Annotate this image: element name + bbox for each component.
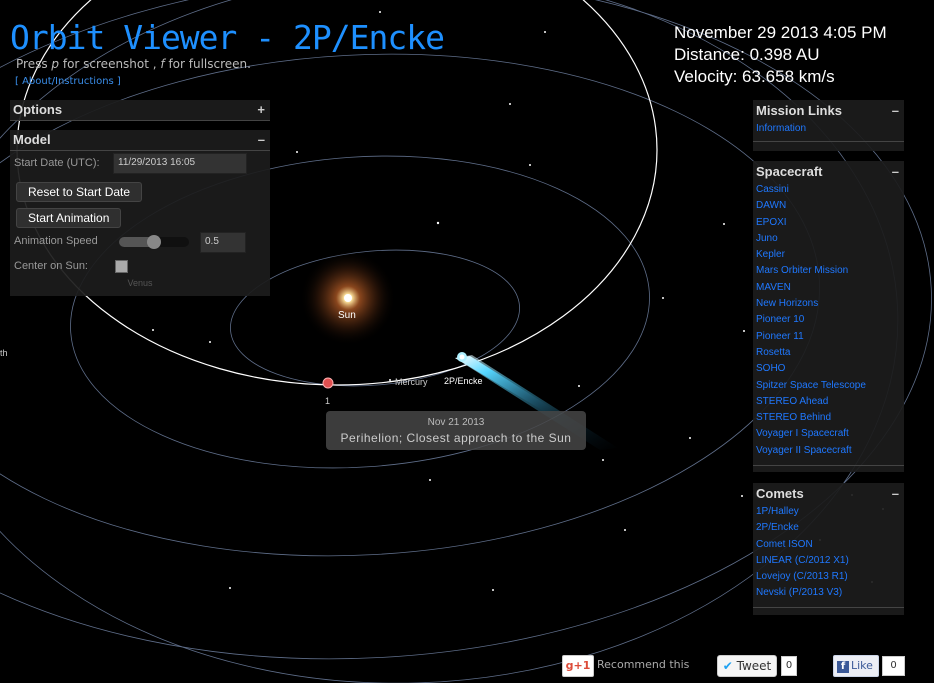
facebook-like-button[interactable]: f Like: [833, 655, 879, 677]
comet-link[interactable]: LINEAR (C/2012 X1): [756, 553, 901, 569]
comet-link[interactable]: 1P/Halley: [756, 504, 901, 520]
spacecraft-link[interactable]: DAWN: [756, 198, 901, 214]
subtitle-post: for fullscreen.: [164, 57, 251, 71]
collapse-icon[interactable]: –: [258, 130, 265, 150]
spacecraft-link[interactable]: STEREO Ahead: [756, 394, 901, 410]
center-on-sun-label: Center on Sun:: [14, 260, 88, 272]
comet-label: 2P/Encke: [444, 376, 483, 386]
start-animation-button[interactable]: Start Animation: [16, 208, 122, 228]
spacecraft-panel: Spacecraft – Cassini DAWN EPOXI Juno Kep…: [753, 161, 904, 472]
velocity-readout: Velocity: 63.658 km/s: [674, 67, 835, 86]
model-header[interactable]: Model –: [10, 130, 270, 151]
faded-row: Venus: [127, 278, 153, 288]
spacecraft-link[interactable]: EPOXI: [756, 215, 901, 231]
about-link[interactable]: [ About/Instructions ]: [15, 76, 121, 87]
distance-readout: Distance: 0.398 AU: [674, 45, 820, 64]
telemetry-readout: November 29 2013 4:05 PM Distance: 0.398…: [674, 22, 887, 88]
model-label: Model: [13, 132, 51, 147]
comets-list: 1P/Halley 2P/Encke Comet ISON LINEAR (C/…: [753, 504, 904, 602]
sun-label: Sun: [338, 310, 356, 321]
comet-link[interactable]: Lovejoy (C/2013 R1): [756, 569, 901, 585]
screenshot-key: p: [51, 57, 60, 71]
mission-links-header[interactable]: Mission Links –: [753, 100, 904, 121]
tooltip-event: Perihelion; Closest approach to the Sun: [340, 431, 572, 445]
center-on-sun-checkbox[interactable]: [115, 260, 128, 273]
tweet-label: Tweet: [736, 659, 772, 673]
collapse-icon[interactable]: –: [892, 100, 899, 121]
page-title: Orbit Viewer - 2P/Encke: [10, 18, 445, 57]
comet-link[interactable]: 2P/Encke: [756, 520, 901, 536]
options-label: Options: [13, 102, 63, 117]
mission-links-title: Mission Links: [756, 103, 842, 118]
tweet-count: 0: [781, 656, 797, 676]
start-date-label: Start Date (UTC):: [14, 157, 100, 169]
mission-link[interactable]: Information: [756, 121, 901, 137]
spacecraft-title: Spacecraft: [756, 164, 823, 179]
subtitle: Press p for screenshot , f for fullscree…: [16, 57, 251, 71]
google-plus-button[interactable]: g+1: [562, 655, 594, 677]
mission-links-list: Information: [753, 121, 904, 137]
model-folder: Model – Start Date (UTC): 11/29/2013 16:…: [10, 130, 270, 296]
spacecraft-link[interactable]: Pioneer 10: [756, 312, 901, 328]
speed-label: Animation Speed: [14, 235, 98, 247]
spacecraft-header[interactable]: Spacecraft –: [753, 161, 904, 182]
like-label: Like: [851, 659, 873, 672]
recommend-text: Recommend this: [597, 658, 690, 671]
perihelion-marker[interactable]: [322, 377, 334, 389]
comet-link[interactable]: Nevski (P/2013 V3): [756, 585, 901, 601]
comets-header[interactable]: Comets –: [753, 483, 904, 504]
subtitle-mid: for screenshot ,: [59, 57, 161, 71]
spacecraft-link[interactable]: Juno: [756, 231, 901, 247]
spacecraft-list: Cassini DAWN EPOXI Juno Kepler Mars Orbi…: [753, 182, 904, 459]
collapse-icon[interactable]: –: [892, 483, 899, 504]
spacecraft-link[interactable]: SOHO: [756, 361, 901, 377]
speed-input[interactable]: 0.5: [200, 232, 246, 253]
speed-slider[interactable]: [119, 235, 189, 249]
tooltip-date: Nov 21 2013: [427, 417, 485, 428]
spacecraft-link[interactable]: Cassini: [756, 182, 901, 198]
spacecraft-link[interactable]: Kepler: [756, 247, 901, 263]
edge-label: th: [0, 348, 8, 358]
current-date: November 29 2013 4:05 PM: [674, 23, 887, 42]
twitter-bird-icon: ✔: [722, 659, 733, 673]
spacecraft-link[interactable]: Mars Orbiter Mission: [756, 263, 901, 279]
event-tooltip: Nov 21 2013 Perihelion; Closest approach…: [326, 411, 586, 450]
options-header[interactable]: Options +: [10, 100, 270, 121]
mercury-label: Mercury: [395, 377, 428, 387]
spacecraft-link[interactable]: STEREO Behind: [756, 410, 901, 426]
spacecraft-link[interactable]: Spitzer Space Telescope: [756, 378, 901, 394]
mission-links-panel: Mission Links – Information: [753, 100, 904, 151]
options-folder[interactable]: Options +: [10, 100, 270, 121]
tweet-button[interactable]: ✔ Tweet: [717, 655, 777, 677]
spacecraft-link[interactable]: MAVEN: [756, 280, 901, 296]
comet-link[interactable]: Comet ISON: [756, 537, 901, 553]
subtitle-pre: Press: [16, 57, 52, 71]
expand-icon[interactable]: +: [257, 100, 265, 120]
spacecraft-link[interactable]: Rosetta: [756, 345, 901, 361]
reset-button[interactable]: Reset to Start Date: [16, 182, 143, 202]
speed-slider-knob[interactable]: [147, 235, 161, 249]
facebook-icon: f: [837, 661, 849, 673]
spacecraft-link[interactable]: New Horizons: [756, 296, 901, 312]
spacecraft-link[interactable]: Voyager I Spacecraft: [756, 426, 901, 442]
spacecraft-link[interactable]: Pioneer 11: [756, 329, 901, 345]
spacecraft-link[interactable]: Voyager II Spacecraft: [756, 443, 901, 459]
comets-panel: Comets – 1P/Halley 2P/Encke Comet ISON L…: [753, 483, 904, 615]
sun: [300, 250, 396, 346]
start-date-field[interactable]: 11/29/2013 16:05: [113, 153, 247, 174]
like-count: 0: [882, 656, 905, 676]
marker-label: 1: [325, 396, 330, 406]
comets-title: Comets: [756, 486, 804, 501]
collapse-icon[interactable]: –: [892, 161, 899, 182]
